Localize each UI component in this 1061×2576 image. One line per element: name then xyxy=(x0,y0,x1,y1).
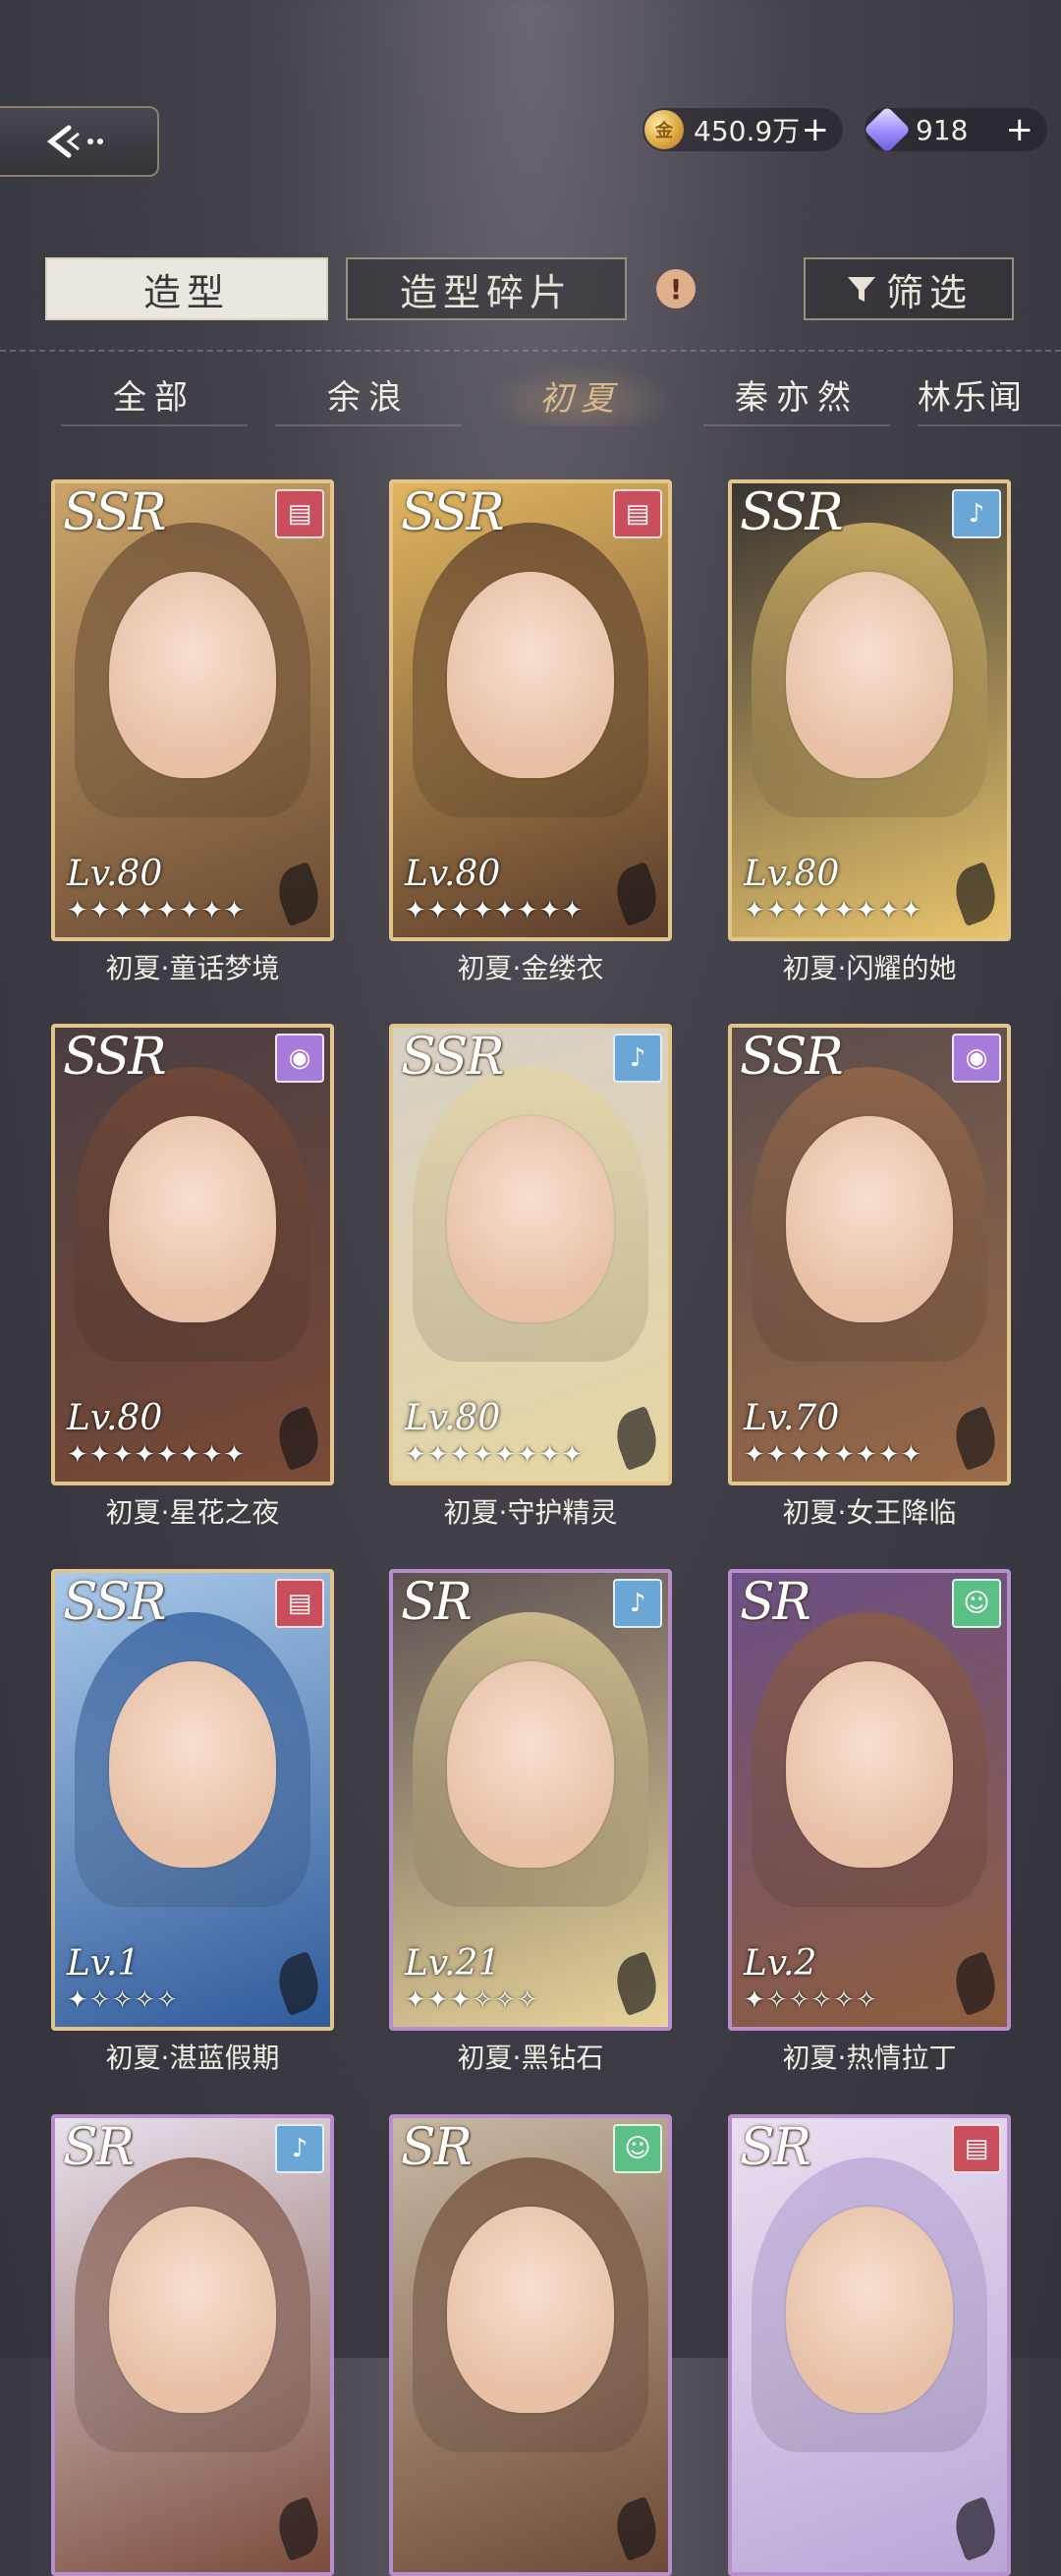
outfit-card[interactable]: SSR ▤ Lv.1 ✦✧✧✧✧ xyxy=(51,1569,334,2031)
card-level: Lv.70 xyxy=(744,1398,840,1438)
smile-icon: ☺ xyxy=(952,1579,1001,1628)
outfit-card[interactable]: SR ☺ xyxy=(389,2114,672,2576)
outfit-card[interactable]: SR ♪ xyxy=(51,2114,334,2576)
mic-icon: ♪ xyxy=(275,2124,324,2173)
alert-icon[interactable]: ! xyxy=(656,269,696,308)
divider xyxy=(0,350,1061,352)
star-rating: ✦✧✧✧✧✧ xyxy=(744,1986,878,2015)
card-level: Lv.80 xyxy=(405,854,501,894)
character-portrait xyxy=(447,572,614,778)
rarity-label: SR xyxy=(401,2118,473,2177)
char-tab-all[interactable]: 全部 xyxy=(61,364,248,426)
card-level: Lv.80 xyxy=(67,1398,163,1438)
back-button[interactable] xyxy=(0,106,159,177)
card-name: 初夏·星花之夜 xyxy=(105,1496,280,1529)
character-portrait xyxy=(109,572,276,778)
gold-coin-icon: 金 xyxy=(644,110,684,149)
char-tab-chuxia[interactable]: 初夏 xyxy=(487,364,674,426)
star-rating: ✦✦✦✦✦✦✦✦ xyxy=(405,1440,585,1470)
character-portrait xyxy=(447,1116,614,1322)
star-rating: ✦✦✦✦✦✦✦✦ xyxy=(67,896,247,925)
star-rating: ✦✦✦✦✦✦✦✦ xyxy=(744,896,923,925)
card-level: Lv.1 xyxy=(67,1943,140,1984)
gem-currency: 918 + xyxy=(863,105,1047,154)
add-gold-button[interactable]: + xyxy=(802,110,830,149)
card-name: 初夏·童话梦境 xyxy=(105,952,280,984)
card-name: 初夏·女王降临 xyxy=(782,1496,957,1529)
star-rating: ✦✧✧✧✧ xyxy=(67,1986,179,2015)
character-portrait xyxy=(109,1116,276,1322)
card-level: Lv.21 xyxy=(405,1943,501,1984)
card-level: Lv.80 xyxy=(744,854,840,894)
card-name: 初夏·守护精灵 xyxy=(443,1496,618,1529)
char-tab-linlewen[interactable]: 林乐闻 xyxy=(918,364,1061,426)
add-gem-button[interactable]: + xyxy=(1006,110,1034,149)
rarity-label: SR xyxy=(740,1573,811,1632)
outfit-card[interactable]: SR ☺ Lv.2 ✦✧✧✧✧✧ xyxy=(728,1569,1011,2031)
card-name: 初夏·湛蓝假期 xyxy=(105,2042,280,2074)
rarity-label: SSR xyxy=(63,483,166,542)
character-portrait xyxy=(447,1661,614,1868)
character-portrait xyxy=(786,2207,953,2413)
rarity-label: SR xyxy=(740,2118,811,2177)
char-tab-yulang[interactable]: 余浪 xyxy=(275,364,462,426)
back-arrow-icon xyxy=(46,125,103,158)
card-level: Lv.80 xyxy=(67,854,163,894)
disc-icon: ◉ xyxy=(952,1034,1001,1083)
star-rating: ✦✦✦✦✦✦✦✦ xyxy=(405,896,585,925)
film-icon: ▤ xyxy=(275,489,324,538)
outfit-card[interactable]: SR ▤ xyxy=(728,2114,1011,2576)
filter-label: 筛选 xyxy=(885,270,973,314)
rarity-label: SSR xyxy=(401,483,504,542)
film-icon: ▤ xyxy=(952,2124,1001,2173)
gem-amount: 918 xyxy=(916,113,969,146)
gold-amount: 450.9万 xyxy=(694,115,801,147)
star-rating: ✦✦✦✦✦✦✦✦ xyxy=(67,1440,247,1470)
rarity-label: SSR xyxy=(63,1028,166,1087)
rarity-label: SR xyxy=(401,1573,473,1632)
tab-outfit-fragments[interactable]: 造型碎片 xyxy=(346,257,627,320)
char-tab-qinyiran[interactable]: 秦亦然 xyxy=(703,364,890,426)
card-name: 初夏·热情拉丁 xyxy=(782,2042,957,2074)
film-icon: ▤ xyxy=(613,489,662,538)
outfit-card[interactable]: SSR ▤ Lv.80 ✦✦✦✦✦✦✦✦ xyxy=(51,479,334,941)
outfit-card[interactable]: SSR ♪ Lv.80 ✦✦✦✦✦✦✦✦ xyxy=(389,1024,672,1485)
card-level: Lv.2 xyxy=(744,1943,817,1984)
card-name: 初夏·黑钻石 xyxy=(457,2042,604,2074)
filter-icon xyxy=(847,277,875,302)
filter-button[interactable]: 筛选 xyxy=(804,257,1014,320)
outfit-card[interactable]: SSR ♪ Lv.80 ✦✦✦✦✦✦✦✦ xyxy=(728,479,1011,941)
mic-icon: ♪ xyxy=(613,1034,662,1083)
rarity-label: SR xyxy=(63,2118,135,2177)
mic-icon: ♪ xyxy=(952,489,1001,538)
character-portrait xyxy=(109,2207,276,2413)
character-portrait xyxy=(786,572,953,778)
film-icon: ▤ xyxy=(275,1579,324,1628)
gem-icon xyxy=(863,105,912,154)
character-portrait xyxy=(447,2207,614,2413)
disc-icon: ◉ xyxy=(275,1034,324,1083)
smile-icon: ☺ xyxy=(613,2124,662,2173)
rarity-label: SSR xyxy=(740,1028,843,1087)
gold-currency: 金 450.9万 + xyxy=(642,108,843,151)
card-level: Lv.80 xyxy=(405,1398,501,1438)
card-name: 初夏·金缕衣 xyxy=(457,952,604,984)
outfit-card[interactable]: SSR ◉ Lv.80 ✦✦✦✦✦✦✦✦ xyxy=(51,1024,334,1485)
star-rating: ✦✦✦✧✧✧ xyxy=(405,1986,539,2015)
character-portrait xyxy=(109,1661,276,1868)
character-portrait xyxy=(786,1116,953,1322)
rarity-label: SSR xyxy=(401,1028,504,1087)
character-portrait xyxy=(786,1661,953,1868)
outfit-card[interactable]: SSR ◉ Lv.70 ✦✦✦✦✦✦✦✦ xyxy=(728,1024,1011,1485)
mic-icon: ♪ xyxy=(613,1579,662,1628)
card-name: 初夏·闪耀的她 xyxy=(782,952,957,984)
outfit-card[interactable]: SR ♪ Lv.21 ✦✦✦✧✧✧ xyxy=(389,1569,672,2031)
rarity-label: SSR xyxy=(63,1573,166,1632)
outfit-card[interactable]: SSR ▤ Lv.80 ✦✦✦✦✦✦✦✦ xyxy=(389,479,672,941)
rarity-label: SSR xyxy=(740,483,843,542)
star-rating: ✦✦✦✦✦✦✦✦ xyxy=(744,1440,923,1470)
tab-outfit[interactable]: 造型 xyxy=(45,257,328,320)
